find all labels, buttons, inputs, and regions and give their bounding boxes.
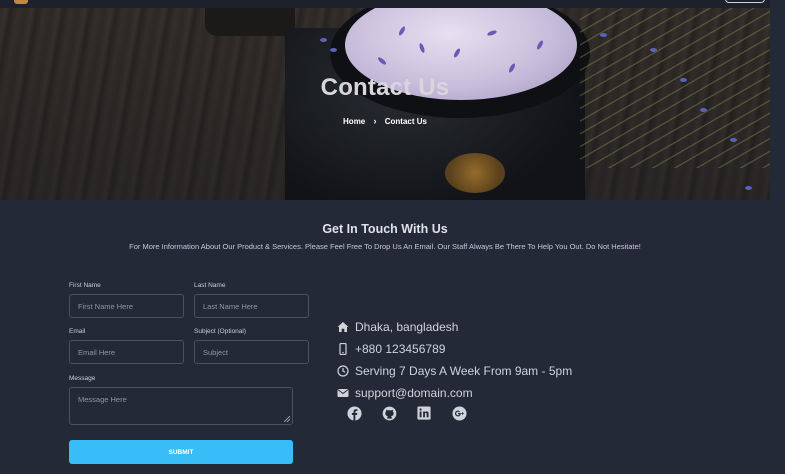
lavender-bud — [600, 33, 607, 37]
social-links — [346, 405, 467, 421]
last-name-placeholder: Last Name Here — [203, 301, 258, 311]
email-label: Email — [69, 328, 86, 335]
subject-placeholder: Subject — [203, 347, 229, 357]
lavender-bud — [730, 138, 737, 142]
hours-row: Serving 7 Days A Week From 9am - 5pm — [337, 363, 572, 379]
clock-icon — [337, 365, 349, 377]
subject-input[interactable]: Subject — [194, 340, 309, 364]
email-row: support@domain.com — [337, 385, 473, 401]
chevron-right-icon: › — [373, 116, 377, 126]
menu-toggle-button[interactable] — [725, 0, 765, 3]
email-text[interactable]: support@domain.com — [355, 386, 473, 400]
hours-text: Serving 7 Days A Week From 9am - 5pm — [355, 364, 573, 378]
address-row: Dhaka, bangladesh — [337, 319, 458, 335]
mobile-phone-icon — [337, 343, 349, 355]
hero-banner — [0, 8, 770, 200]
email-input[interactable]: Email Here — [69, 340, 184, 364]
lavender-bud — [330, 48, 337, 52]
first-name-group: First Name First Name Here — [69, 282, 184, 318]
message-label: Message — [69, 375, 96, 382]
lemon-slice-image — [445, 153, 505, 193]
breadcrumb: Home › Contact Us — [0, 116, 770, 126]
address-text: Dhaka, bangladesh — [355, 320, 459, 334]
first-name-label: First Name — [69, 282, 101, 289]
facebook-icon[interactable] — [346, 405, 362, 421]
message-textarea[interactable]: Message Here — [69, 387, 293, 425]
breadcrumb-current: Contact Us — [384, 116, 427, 126]
first-name-placeholder: First Name Here — [78, 301, 134, 311]
lavender-bud — [745, 186, 752, 190]
github-icon[interactable] — [381, 405, 397, 421]
phone-text: +880 123456789 — [355, 342, 446, 356]
submit-button[interactable]: SUBMIT — [69, 440, 293, 464]
bottle-image — [205, 8, 295, 36]
resize-handle-icon[interactable] — [284, 416, 290, 422]
envelope-icon — [337, 387, 349, 399]
lavender-bud — [700, 108, 707, 112]
message-placeholder: Message Here — [78, 395, 127, 404]
scrollbar[interactable] — [770, 0, 785, 474]
last-name-group: Last Name Last Name Here — [194, 282, 309, 318]
phone-row: +880 123456789 — [337, 341, 445, 357]
last-name-label: Last Name — [194, 282, 226, 289]
logo[interactable] — [14, 0, 28, 4]
home-icon — [337, 321, 349, 333]
top-navbar — [0, 0, 770, 8]
message-group: Message Message Here — [69, 375, 293, 425]
subject-group: Subject (Optional) Subject — [194, 328, 309, 364]
section-description: For More Information About Our Product &… — [129, 242, 641, 251]
email-group: Email Email Here — [69, 328, 184, 364]
breadcrumb-home-link[interactable]: Home — [343, 117, 365, 126]
last-name-input[interactable]: Last Name Here — [194, 294, 309, 318]
first-name-input[interactable]: First Name Here — [69, 294, 184, 318]
lavender-bud — [320, 38, 327, 42]
email-placeholder: Email Here — [78, 347, 116, 357]
linkedin-icon[interactable] — [416, 405, 432, 421]
lavender-bud — [650, 48, 657, 52]
section-title: Get In Touch With Us — [322, 222, 448, 236]
google-plus-icon[interactable] — [451, 405, 467, 421]
subject-label: Subject (Optional) — [194, 328, 247, 335]
page-title: Contact Us — [320, 74, 450, 101]
